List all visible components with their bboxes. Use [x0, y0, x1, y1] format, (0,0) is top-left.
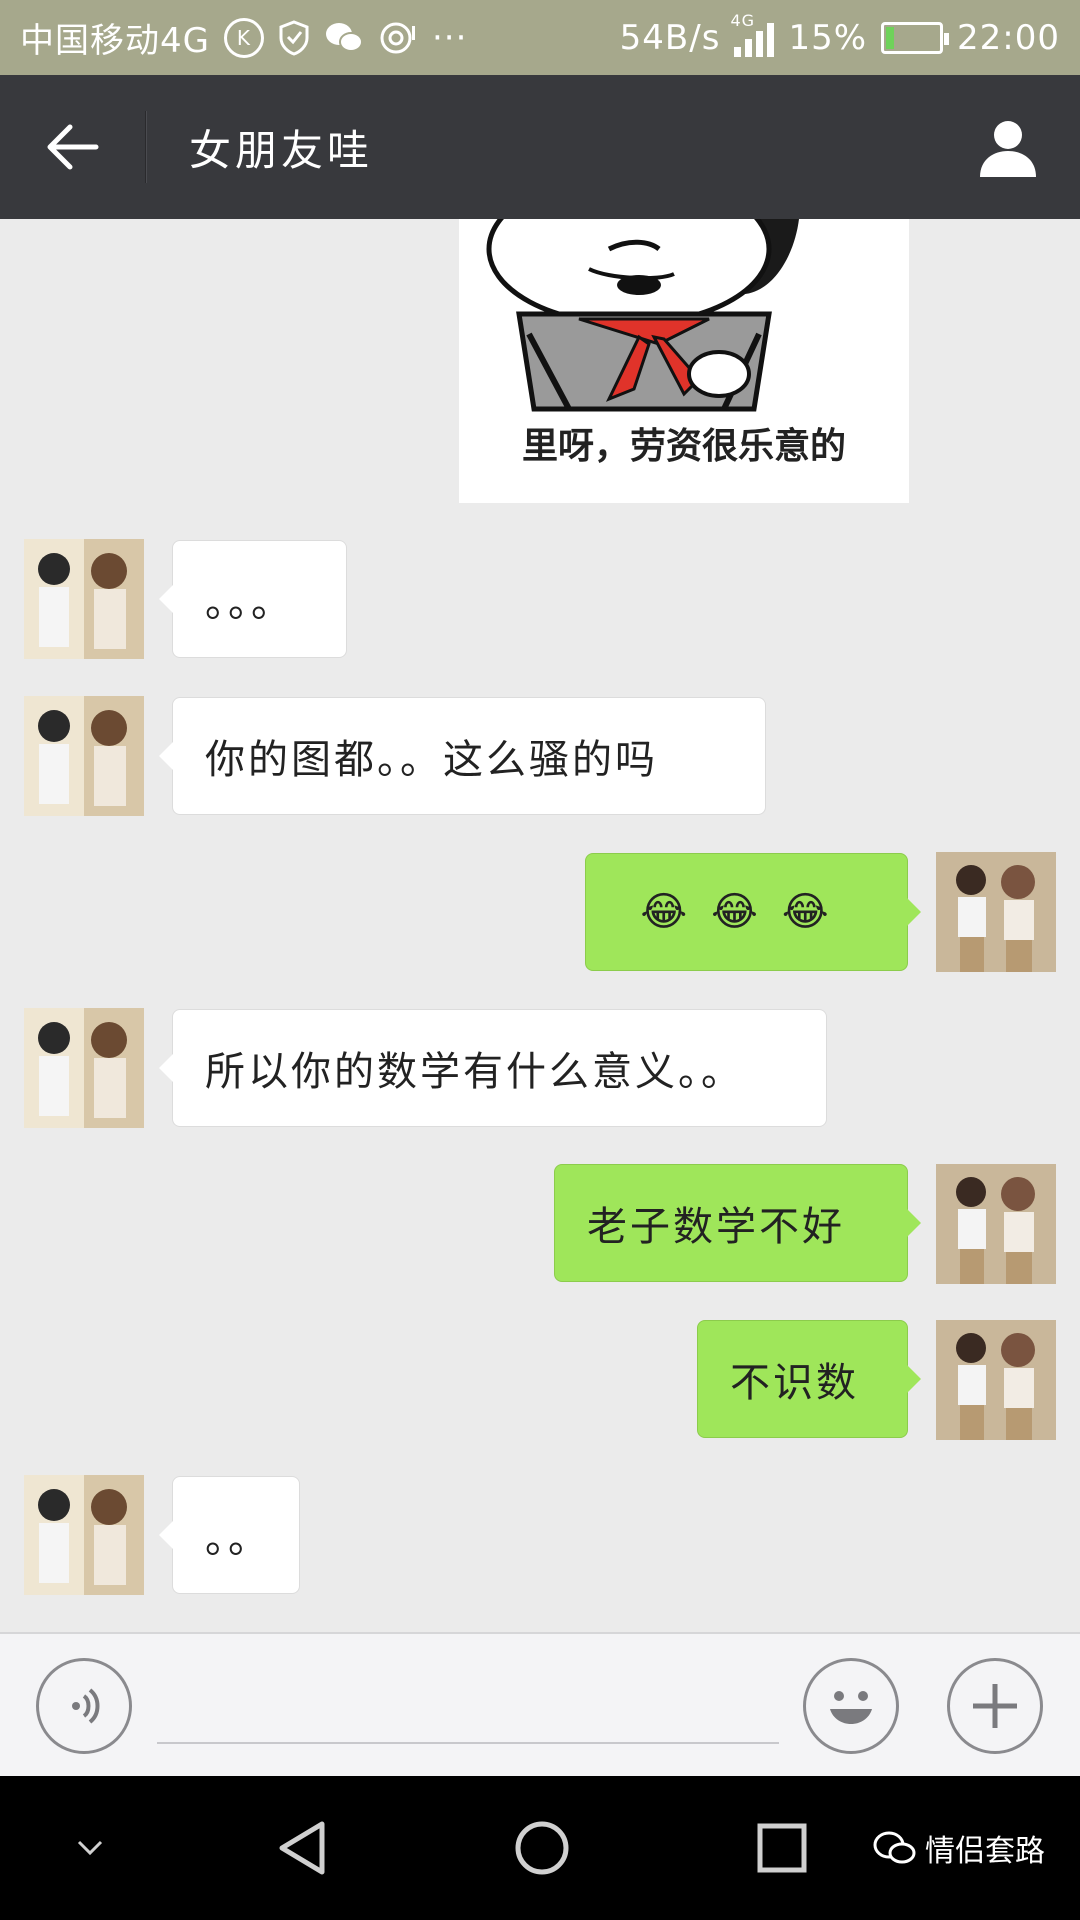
- sticker-caption: 里呀，劳资很乐意的: [521, 426, 846, 467]
- signal-icon: 4G: [730, 11, 775, 57]
- back-button[interactable]: [0, 75, 145, 219]
- received-message[interactable]: 。。: [159, 1476, 300, 1594]
- sent-message[interactable]: 老子数学不好: [554, 1164, 921, 1282]
- sent-message[interactable]: 不识数: [697, 1320, 921, 1438]
- more-actions-button[interactable]: [947, 1658, 1043, 1754]
- my-avatar[interactable]: [936, 1320, 1056, 1440]
- meme-cartoon-image: [486, 219, 799, 412]
- watermark-text: 情侣套路: [925, 1834, 1045, 1869]
- my-avatar[interactable]: [936, 852, 1056, 972]
- message-text: 。。。: [205, 580, 294, 626]
- friend-avatar[interactable]: [24, 1008, 144, 1128]
- watermark: 情侣套路: [873, 1826, 1045, 1870]
- battery-percent: 15%: [788, 17, 868, 58]
- message-text: 老子数学不好: [587, 1204, 845, 1250]
- network-speed: 54B/s: [619, 17, 721, 58]
- clock: 22:00: [957, 17, 1060, 58]
- message-text: 。。: [205, 1516, 271, 1562]
- k-app-icon: K: [223, 17, 264, 58]
- received-message[interactable]: 所以你的数学有什么意义。。: [159, 1009, 827, 1127]
- square-recents-icon: [757, 1823, 807, 1873]
- triangle-back-icon: [279, 1821, 325, 1875]
- hide-keyboard-button[interactable]: [20, 1776, 160, 1920]
- voice-input-button[interactable]: [36, 1658, 132, 1754]
- contact-profile-button[interactable]: [935, 75, 1080, 219]
- friend-avatar[interactable]: [24, 1475, 144, 1595]
- emoji-button[interactable]: [803, 1658, 899, 1754]
- nav-recents-button[interactable]: [712, 1776, 852, 1920]
- nav-back-button[interactable]: [232, 1776, 372, 1920]
- wechat-icon: [325, 22, 363, 52]
- sent-message[interactable]: 😂😂😂: [585, 853, 921, 971]
- sticker-message[interactable]: 里呀，劳资很乐意的: [459, 219, 909, 503]
- header-divider: [145, 111, 147, 183]
- message-text: 你的图都。。这么骚的吗: [205, 737, 658, 783]
- message-text: 不识数: [730, 1360, 859, 1406]
- friend-avatar[interactable]: [24, 696, 144, 816]
- voice-icon: [72, 1688, 100, 1724]
- person-icon: [979, 121, 1036, 177]
- wechat-logo-icon: [873, 1831, 916, 1864]
- message-input[interactable]: [157, 1664, 779, 1744]
- chat-title: 女朋友哇: [189, 125, 374, 175]
- message-text: 所以你的数学有什么意义。。: [205, 1049, 744, 1095]
- message-list[interactable]: 里呀，劳资很乐意的 。。。 你的图都。。这么骚的吗 😂😂😂 所以你的数学有什么意…: [0, 219, 1080, 1632]
- battery-icon: [881, 21, 950, 54]
- friend-avatar[interactable]: [24, 539, 144, 659]
- system-nav-bar: 情侣套路: [0, 1776, 1080, 1920]
- shield-icon: [279, 19, 309, 56]
- nav-home-button[interactable]: [472, 1776, 612, 1920]
- received-message[interactable]: 你的图都。。这么骚的吗: [159, 697, 766, 815]
- circle-home-icon: [515, 1821, 569, 1875]
- chevron-down-icon: [77, 1840, 103, 1856]
- status-bar: 中国移动4G K ··· 54B/s 4G 15% 22:00: [0, 0, 1080, 75]
- carrier-label: 中国移动4G: [20, 21, 210, 61]
- plus-icon: [973, 1684, 1017, 1728]
- smiley-icon: [830, 1691, 872, 1724]
- message-text: 😂😂😂: [640, 889, 853, 935]
- input-bar: [0, 1632, 1080, 1776]
- received-message[interactable]: 。。。: [159, 540, 347, 658]
- chat-header: 女朋友哇: [0, 75, 1080, 219]
- my-avatar[interactable]: [936, 1164, 1056, 1284]
- network-type: 4G: [730, 10, 756, 30]
- more-notifications-icon: ···: [431, 17, 468, 58]
- vpn-icon: [380, 22, 415, 53]
- back-arrow-icon: [47, 124, 98, 170]
